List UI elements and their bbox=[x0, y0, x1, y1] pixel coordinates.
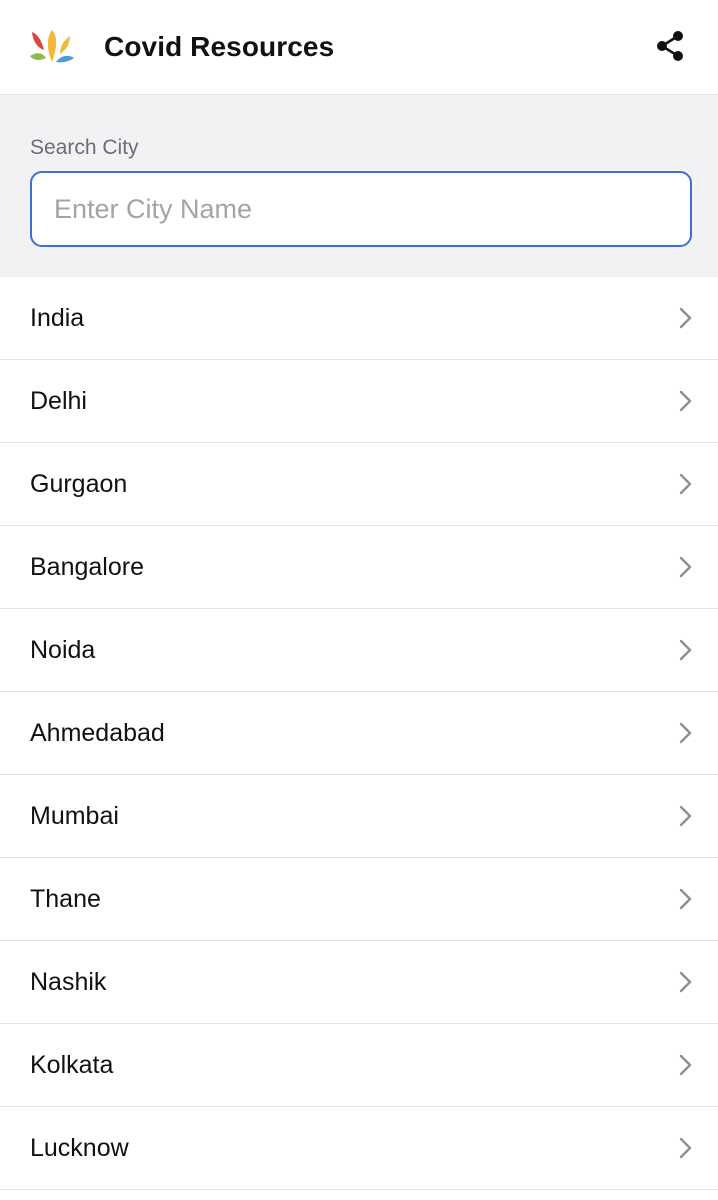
chevron-right-icon bbox=[678, 888, 692, 910]
city-name: Mumbai bbox=[30, 802, 119, 830]
chevron-right-icon bbox=[678, 1054, 692, 1076]
chevron-right-icon bbox=[678, 307, 692, 329]
city-list-item-kolkata[interactable]: Kolkata bbox=[0, 1024, 718, 1107]
city-name: India bbox=[30, 304, 85, 332]
chevron-right-icon bbox=[678, 1137, 692, 1159]
city-name: Ahmedabad bbox=[30, 719, 165, 747]
chevron-right-icon bbox=[678, 639, 692, 661]
city-list-item-mumbai[interactable]: Mumbai bbox=[0, 775, 718, 858]
chevron-right-icon bbox=[678, 390, 692, 412]
city-list-item-nashik[interactable]: Nashik bbox=[0, 941, 718, 1024]
app-header: Covid Resources bbox=[0, 0, 718, 95]
city-name: Noida bbox=[30, 636, 96, 664]
city-name: Kolkata bbox=[30, 1051, 114, 1079]
chevron-right-icon bbox=[678, 722, 692, 744]
chevron-right-icon bbox=[678, 556, 692, 578]
city-name: Thane bbox=[30, 885, 101, 913]
city-name: Delhi bbox=[30, 387, 87, 415]
city-list-item-gurgaon[interactable]: Gurgaon bbox=[0, 443, 718, 526]
city-list-item-bangalore[interactable]: Bangalore bbox=[0, 526, 718, 609]
city-name: Gurgaon bbox=[30, 470, 128, 498]
city-list-item-thane[interactable]: Thane bbox=[0, 858, 718, 941]
share-icon bbox=[657, 31, 683, 61]
app-root: Covid Resources Search City India Delhi bbox=[0, 0, 718, 1200]
share-button[interactable] bbox=[650, 26, 690, 66]
city-search-input[interactable] bbox=[30, 171, 692, 247]
city-name: Lucknow bbox=[30, 1134, 129, 1162]
search-section: Search City bbox=[0, 95, 718, 277]
city-list-item-ahmedabad[interactable]: Ahmedabad bbox=[0, 692, 718, 775]
city-list-item-delhi[interactable]: Delhi bbox=[0, 360, 718, 443]
app-logo-icon bbox=[28, 28, 76, 68]
chevron-right-icon bbox=[678, 971, 692, 993]
city-list-item-noida[interactable]: Noida bbox=[0, 609, 718, 692]
chevron-right-icon bbox=[678, 805, 692, 827]
city-list-item-india[interactable]: India bbox=[0, 277, 718, 360]
city-list-item-lucknow[interactable]: Lucknow bbox=[0, 1107, 718, 1190]
city-name: Bangalore bbox=[30, 553, 144, 581]
search-label: Search City bbox=[30, 136, 139, 159]
city-name: Nashik bbox=[30, 968, 107, 996]
app-title: Covid Resources bbox=[104, 31, 335, 62]
city-list: India Delhi Gurgaon Bangalore Noida Ahme… bbox=[0, 277, 718, 1190]
chevron-right-icon bbox=[678, 473, 692, 495]
